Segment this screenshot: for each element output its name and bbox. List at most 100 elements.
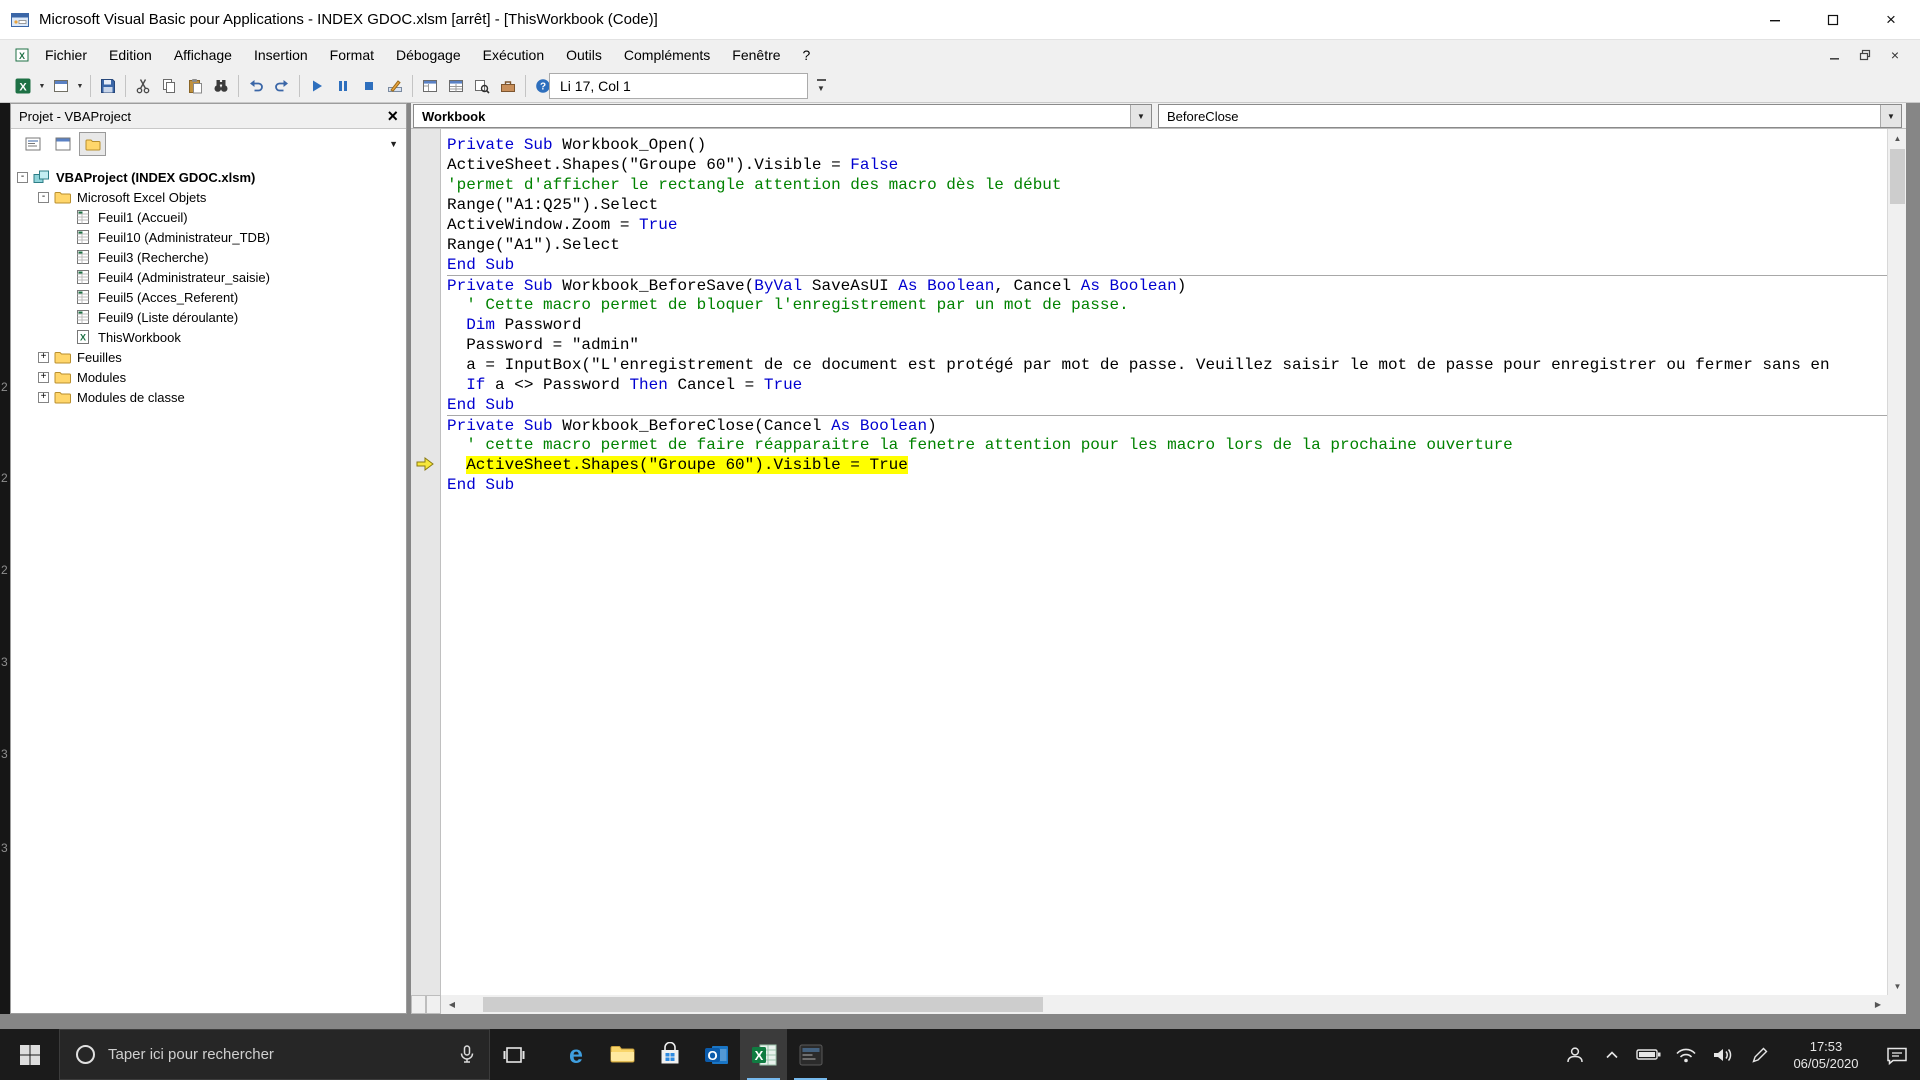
menu-edition[interactable]: Edition: [98, 40, 163, 70]
vertical-scrollbar[interactable]: ▲ ▼: [1887, 129, 1906, 995]
undo-button[interactable]: [243, 73, 269, 99]
save-button[interactable]: [95, 73, 121, 99]
run-button[interactable]: [304, 73, 330, 99]
task-view-button[interactable]: [490, 1029, 537, 1080]
find-button[interactable]: [208, 73, 234, 99]
menu-outils[interactable]: Outils: [555, 40, 613, 70]
tree-item-feuil4-administrateur-saisie[interactable]: Feuil4 (Administrateur_saisie): [11, 267, 406, 287]
horizontal-scrollbar[interactable]: ◀ ▶: [411, 995, 1887, 1014]
code-line: Range("A1:Q25").Select: [447, 196, 659, 214]
start-button[interactable]: [0, 1029, 59, 1080]
view-excel-dropdown-arrow[interactable]: ▼: [36, 83, 48, 90]
background-row-number: 3: [1, 655, 8, 669]
menu-execution[interactable]: Exécution: [472, 40, 555, 70]
excel-taskbar-icon[interactable]: X: [740, 1029, 787, 1080]
expand-box[interactable]: +: [38, 391, 49, 403]
project-panel-close-button[interactable]: ×: [387, 107, 398, 125]
menu-complements[interactable]: Compléments: [613, 40, 721, 70]
tree-item-vbaproject-index-gdoc-xlsm[interactable]: - VBAProject (INDEX GDOC.xlsm): [11, 167, 406, 187]
scroll-up-arrow[interactable]: ▲: [1888, 129, 1907, 147]
tree-item-modules[interactable]: + Modules: [11, 367, 406, 387]
titlebar: Microsoft Visual Basic pour Applications…: [0, 0, 1920, 40]
execution-point-arrow: [416, 457, 434, 471]
view-excel-button[interactable]: X: [10, 73, 36, 99]
reset-button[interactable]: [356, 73, 382, 99]
maximize-button[interactable]: [1804, 0, 1862, 40]
insert-userform-button[interactable]: [48, 73, 74, 99]
procedure-dropdown[interactable]: BeforeClose ▼: [1158, 104, 1902, 128]
properties-window-button[interactable]: [443, 73, 469, 99]
chevron-down-icon[interactable]: ▼: [1880, 105, 1901, 127]
object-browser-button[interactable]: [469, 73, 495, 99]
vba-editor-taskbar-icon[interactable]: [787, 1029, 834, 1080]
tree-item-thisworkbook[interactable]: X ThisWorkbook: [11, 327, 406, 347]
collapse-box[interactable]: -: [17, 171, 28, 183]
volume-icon[interactable]: [1704, 1029, 1741, 1080]
code-line: Dim Password: [466, 316, 582, 334]
taskbar-search[interactable]: Taper ici pour rechercher: [59, 1029, 490, 1080]
people-icon[interactable]: [1556, 1029, 1593, 1080]
chevron-down-icon[interactable]: ▼: [1130, 105, 1151, 127]
view-object-button[interactable]: [49, 132, 76, 156]
tree-item-feuil9-liste-deroulante[interactable]: Feuil9 (Liste déroulante): [11, 307, 406, 327]
menu-fichier[interactable]: Fichier: [34, 40, 98, 70]
child-minimize-button[interactable]: [1820, 43, 1850, 67]
copy-button[interactable]: [156, 73, 182, 99]
scroll-right-arrow[interactable]: ▶: [1869, 995, 1887, 1014]
taskbar-clock[interactable]: 17:53 06/05/2020: [1778, 1038, 1874, 1072]
menu-affichage[interactable]: Affichage: [163, 40, 243, 70]
tree-item-feuil3-recherche[interactable]: Feuil3 (Recherche): [11, 247, 406, 267]
chevron-up-icon[interactable]: [1593, 1029, 1630, 1080]
vertical-scrollbar-thumb[interactable]: [1890, 149, 1905, 204]
view-code-button[interactable]: [19, 132, 46, 156]
outlook-taskbar-icon[interactable]: O: [693, 1029, 740, 1080]
sheet-icon: [75, 210, 93, 224]
split-handle[interactable]: [411, 995, 426, 1014]
toolbar-overflow-button[interactable]: ▼: [812, 73, 830, 99]
horizontal-scrollbar-thumb[interactable]: [483, 997, 1043, 1012]
network-icon[interactable]: [1667, 1029, 1704, 1080]
child-restore-button[interactable]: [1850, 43, 1880, 67]
scroll-down-arrow[interactable]: ▼: [1888, 977, 1907, 995]
tree-item-feuil10-administrateur-tdb[interactable]: Feuil10 (Administrateur_TDB): [11, 227, 406, 247]
code-editor[interactable]: Private Sub Workbook_Open() ActiveSheet.S…: [411, 129, 1887, 995]
menu-?[interactable]: ?: [792, 40, 822, 70]
close-button[interactable]: ×: [1862, 0, 1920, 40]
battery-icon[interactable]: [1630, 1029, 1667, 1080]
microphone-icon[interactable]: [457, 1044, 477, 1066]
redo-button[interactable]: [269, 73, 295, 99]
tree-item-modules-de-classe[interactable]: + Modules de classe: [11, 387, 406, 407]
code-line: End Sub: [447, 256, 515, 274]
expand-box[interactable]: +: [38, 371, 49, 383]
toggle-folders-button[interactable]: [79, 132, 106, 156]
child-close-button[interactable]: ×: [1880, 43, 1910, 67]
explorer-taskbar-icon[interactable]: [599, 1029, 646, 1080]
tree-item-feuil1-accueil[interactable]: Feuil1 (Accueil): [11, 207, 406, 227]
tree-item-feuilles[interactable]: + Feuilles: [11, 347, 406, 367]
action-center-button[interactable]: [1874, 1029, 1920, 1080]
collapse-box[interactable]: -: [38, 191, 49, 203]
cut-button[interactable]: [130, 73, 156, 99]
pen-icon[interactable]: [1741, 1029, 1778, 1080]
paste-button[interactable]: [182, 73, 208, 99]
menu-fenetre[interactable]: Fenêtre: [721, 40, 791, 70]
toolbox-button[interactable]: [495, 73, 521, 99]
split-handle[interactable]: [426, 995, 441, 1014]
object-dropdown[interactable]: Workbook ▼: [413, 104, 1152, 128]
minimize-button[interactable]: [1746, 0, 1804, 40]
menu-debogage[interactable]: Débogage: [385, 40, 472, 70]
menu-format[interactable]: Format: [319, 40, 385, 70]
tree-item-feuil5-acces-referent[interactable]: Feuil5 (Acces_Referent): [11, 287, 406, 307]
menu-insertion[interactable]: Insertion: [243, 40, 319, 70]
expand-box[interactable]: +: [38, 351, 49, 363]
design-mode-button[interactable]: [382, 73, 408, 99]
scroll-left-arrow[interactable]: ◀: [443, 995, 461, 1014]
edge-taskbar-icon[interactable]: e: [552, 1029, 599, 1080]
project-explorer-button[interactable]: [417, 73, 443, 99]
tree-scroll-down-arrow[interactable]: ▼: [389, 139, 398, 149]
break-button[interactable]: [330, 73, 356, 99]
object-dropdown-value: Workbook: [422, 108, 486, 124]
tree-item-microsoft-excel-objets[interactable]: - Microsoft Excel Objets: [11, 187, 406, 207]
insert-userform-dropdown-arrow[interactable]: ▼: [74, 83, 86, 90]
store-taskbar-icon[interactable]: [646, 1029, 693, 1080]
